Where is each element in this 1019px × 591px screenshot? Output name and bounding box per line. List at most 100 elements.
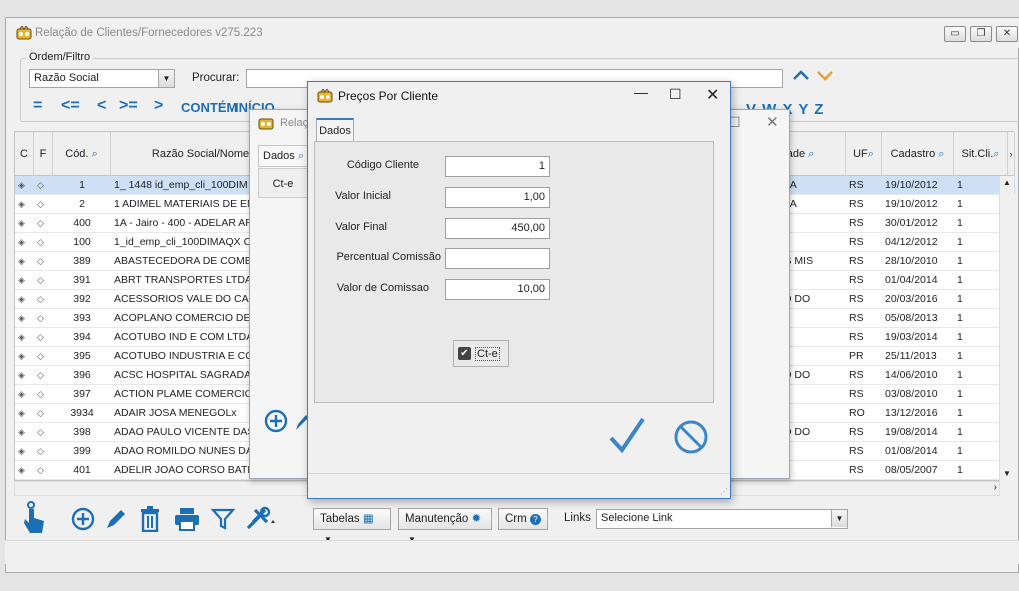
nav-less-equal-button[interactable]: <= <box>61 97 80 115</box>
client-radio-icon[interactable]: ◈ <box>15 461 34 479</box>
client-radio-icon[interactable]: ◈ <box>15 290 34 308</box>
nav-less-button[interactable]: < <box>97 97 106 115</box>
trash-icon[interactable] <box>138 506 162 532</box>
search-icon: ⌕ <box>297 150 305 162</box>
scroll-right-icon[interactable]: › <box>1008 132 1015 176</box>
precos-por-cliente-dialog: Preços Por Cliente — ☐ ✕ Dados Código Cl… <box>307 81 731 499</box>
client-radio-icon[interactable]: ◈ <box>15 385 34 403</box>
client-radio-icon[interactable]: ◈ <box>15 176 34 194</box>
supplier-radio-icon[interactable]: ◇ <box>34 195 53 213</box>
cancel-circle-button[interactable] <box>673 419 709 455</box>
vertical-scrollbar[interactable]: ▲ ▼ <box>999 176 1014 481</box>
close-icon[interactable]: ✕ <box>706 85 719 105</box>
scroll-up-icon[interactable]: ▲ <box>1000 176 1014 190</box>
edit-pencil-icon[interactable] <box>104 507 128 531</box>
cte-checkbox-container[interactable]: ✔ Ct-e <box>453 340 509 367</box>
supplier-radio-icon[interactable]: ◇ <box>34 309 53 327</box>
client-radio-icon[interactable]: ◈ <box>15 366 34 384</box>
minimize-icon[interactable]: — <box>634 84 648 100</box>
col-header-cadastro[interactable]: Cadastro ⌕ <box>882 132 954 176</box>
codigo-cliente-field[interactable]: 1 <box>445 156 550 177</box>
supplier-radio-icon[interactable]: ◇ <box>34 423 53 441</box>
supplier-radio-icon[interactable]: ◇ <box>34 347 53 365</box>
arrow-up-icon[interactable] <box>792 67 810 83</box>
col-header-cod-label: Cód. <box>65 148 89 160</box>
client-radio-icon[interactable]: ◈ <box>15 328 34 346</box>
supplier-radio-icon[interactable]: ◇ <box>34 404 53 422</box>
supplier-radio-icon[interactable]: ◇ <box>34 214 53 232</box>
client-radio-icon[interactable]: ◈ <box>15 347 34 365</box>
supplier-radio-icon[interactable]: ◇ <box>34 328 53 346</box>
supplier-radio-icon[interactable]: ◇ <box>34 252 53 270</box>
cell-cod: 394 <box>73 331 91 343</box>
close-icon[interactable]: ✕ <box>766 113 779 131</box>
search-icon: ⌕ <box>91 148 98 160</box>
resize-grip-icon[interactable]: ⋰ <box>720 487 728 496</box>
tools-icon[interactable] <box>245 506 277 532</box>
order-select[interactable]: Razão Social ▼ <box>29 69 175 88</box>
filter-icon[interactable] <box>211 507 235 531</box>
scroll-right-icon[interactable]: › <box>994 482 997 493</box>
client-radio-icon[interactable]: ◈ <box>15 404 34 422</box>
supplier-radio-icon[interactable]: ◇ <box>34 271 53 289</box>
arrow-down-icon[interactable] <box>816 67 834 83</box>
minimize-button[interactable]: ▭ <box>944 26 966 42</box>
valor-final-field[interactable]: 450,00 <box>445 218 550 239</box>
client-radio-icon[interactable]: ◈ <box>15 271 34 289</box>
cell-sit: 1 <box>957 445 963 457</box>
order-filter-label: Ordem/Filtro <box>26 51 94 63</box>
maximize-button[interactable]: ❐ <box>970 26 992 42</box>
client-radio-icon[interactable]: ◈ <box>15 442 34 460</box>
col-header-cod[interactable]: Cód. ⌕ <box>53 132 111 176</box>
nav-greater-equal-button[interactable]: >= <box>119 97 138 115</box>
percentual-comissao-field[interactable] <box>445 248 550 269</box>
client-radio-icon[interactable]: ◈ <box>15 252 34 270</box>
supplier-radio-icon[interactable]: ◇ <box>34 290 53 308</box>
tab-dados[interactable]: Dados <box>316 118 354 142</box>
links-label: Links <box>564 512 591 524</box>
supplier-radio-icon[interactable]: ◇ <box>34 176 53 194</box>
supplier-radio-icon[interactable]: ◇ <box>34 385 53 403</box>
cell-cod: 389 <box>73 255 91 267</box>
check-icon[interactable]: ✔ <box>458 347 471 360</box>
touch-hand-icon[interactable] <box>22 501 46 535</box>
background-col-cte[interactable]: Ct-e <box>258 168 308 198</box>
supplier-radio-icon[interactable]: ◇ <box>34 461 53 479</box>
client-radio-icon[interactable]: ◈ <box>15 195 34 213</box>
col-header-uf[interactable]: UF⌕ <box>846 132 882 176</box>
contem-button[interactable]: CONTÉM <box>181 100 237 115</box>
cell-cod: 391 <box>73 274 91 286</box>
close-button[interactable]: ✕ <box>996 26 1018 42</box>
links-select[interactable]: Selecione Link ▼ <box>596 509 848 529</box>
confirm-check-button[interactable] <box>608 416 646 456</box>
client-radio-icon[interactable]: ◈ <box>15 423 34 441</box>
supplier-radio-icon[interactable]: ◇ <box>34 366 53 384</box>
cell-cod: 395 <box>73 350 91 362</box>
cell-sit: 1 <box>957 350 963 362</box>
background-tab-dados[interactable]: Dados ⌕ <box>258 145 310 167</box>
supplier-radio-icon[interactable]: ◇ <box>34 442 53 460</box>
edit-pencil-icon[interactable] <box>294 412 308 432</box>
client-radio-icon[interactable]: ◈ <box>15 233 34 251</box>
scroll-down-icon[interactable]: ▼ <box>1000 467 1014 481</box>
table-icon: ▦ <box>362 513 374 525</box>
nav-greater-button[interactable]: > <box>154 97 163 115</box>
nav-equal-button[interactable]: = <box>33 97 42 115</box>
col-header-c[interactable]: C <box>15 132 34 176</box>
maximize-icon[interactable]: ☐ <box>669 86 682 103</box>
cell-sit: 1 <box>957 407 963 419</box>
manutencao-button[interactable]: Manutenção ✹ ▼ <box>398 508 492 544</box>
col-header-f[interactable]: F <box>34 132 53 176</box>
valor-comissao-field[interactable]: 10,00 <box>445 279 550 300</box>
print-icon[interactable] <box>174 507 200 531</box>
supplier-radio-icon[interactable]: ◇ <box>34 233 53 251</box>
valor-inicial-field[interactable]: 1,00 <box>445 187 550 208</box>
client-radio-icon[interactable]: ◈ <box>15 214 34 232</box>
tabelas-button[interactable]: Tabelas ▦ ▼ <box>313 508 391 544</box>
col-header-sit[interactable]: Sit.Cli.⌕ <box>954 132 1008 176</box>
add-icon[interactable] <box>71 507 95 531</box>
add-icon[interactable] <box>264 409 288 433</box>
client-radio-icon[interactable]: ◈ <box>15 309 34 327</box>
cell-uf: RS <box>849 445 864 457</box>
crm-button[interactable]: Crm ? <box>498 508 548 530</box>
